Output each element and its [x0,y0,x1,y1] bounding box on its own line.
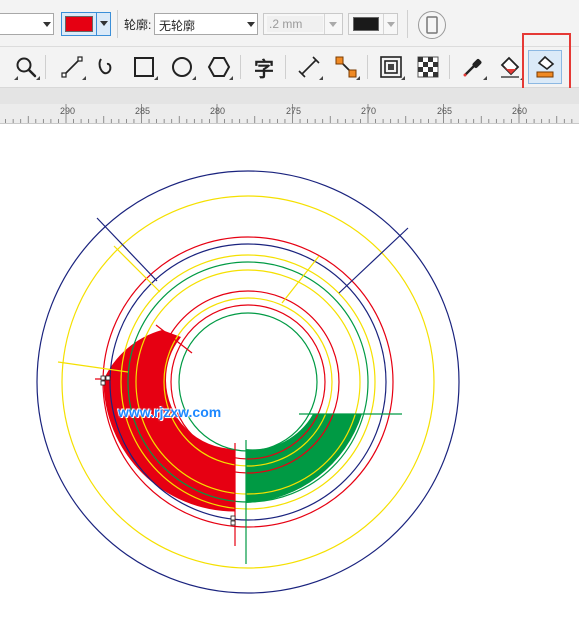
flyout-corner-icon [192,76,196,80]
outline-width-value: .2 mm [269,17,303,31]
chevron-down-icon [100,21,108,26]
outline-dropdown[interactable]: 无轮廓 [154,13,258,35]
chevron-down-icon [329,22,337,27]
flyout-corner-icon [319,76,323,80]
flyout-corner-icon [483,76,487,80]
ruler-label: 265 [437,106,453,116]
separator [367,55,368,79]
object-dropdown[interactable] [0,13,54,35]
separator [449,55,450,79]
outline-color-picker[interactable] [348,13,398,35]
chevron-down-icon [387,22,395,27]
width-divider [324,14,325,34]
contour-tool[interactable] [375,51,407,83]
chevron-down-icon [247,22,255,27]
ruler-label: 275 [286,106,302,116]
dimension-tool[interactable] [293,51,325,83]
eyedropper-tool[interactable] [457,51,489,83]
polygon-tool-icon [207,57,231,77]
outline-dropdown-value: 无轮廓 [159,19,196,33]
horizontal-ruler[interactable]: 290 285 280 275 270 265 260 [0,104,579,124]
chevron-down-icon [43,22,51,27]
bspline-tool-icon [98,58,112,75]
contour-tool-icon [380,56,402,78]
flyout-corner-icon [82,76,86,80]
freehand-tool[interactable] [56,51,88,83]
ruler-label: 290 [60,106,76,116]
outline-color-swatch [353,17,379,31]
green-circle[interactable] [178,312,318,452]
separator [407,10,408,38]
ellipse-tool[interactable] [166,51,198,83]
watermark-text: www.rjzxw.com [118,404,222,420]
separator [45,55,46,79]
picker-divider [96,13,97,35]
outline-width-inner: .2 mm [267,16,323,32]
freehand-tool-icon [61,56,83,78]
rectangle-tool-icon [134,57,154,77]
separator [240,55,241,79]
property-bar: 轮廓: 无轮廓 .2 mm [0,0,579,47]
rectangle-tool[interactable] [128,51,160,83]
navy-line[interactable] [96,217,158,282]
red-fill-shape[interactable] [103,380,236,512]
drawing-canvas[interactable]: www.rjzxw.com [0,124,579,635]
tool-highlight-box [522,33,571,95]
page-orientation-icon [426,16,438,34]
yellow-line[interactable] [281,255,320,304]
zoom-tool-icon [16,57,37,78]
ruler-label: 280 [210,106,226,116]
transparency-tool-icon [417,56,439,78]
orientation-button[interactable] [418,11,446,39]
fill-color-picker[interactable] [61,12,111,36]
text-tool-icon: 字 [254,56,274,81]
eyedropper-tool-icon [463,59,482,77]
ruler-label: 270 [361,106,377,116]
flyout-corner-icon [401,76,405,80]
flyout-corner-icon [36,76,40,80]
flyout-corner-icon [154,76,158,80]
outer-navy-circle[interactable] [36,170,460,594]
transparency-tool[interactable] [412,51,444,83]
connector-tool[interactable] [330,51,362,83]
outline-label: 轮廓: [124,18,152,32]
ruler-label: 285 [135,106,151,116]
bspline-tool[interactable] [90,51,122,83]
yellow-line[interactable] [113,245,161,293]
flyout-corner-icon [229,76,233,80]
separator [285,55,286,79]
outline-width-field[interactable]: .2 mm [263,13,343,35]
drawing [36,170,460,594]
toolbox: 字 [0,33,579,95]
red-fill-upper-shape[interactable] [103,330,182,380]
dimension-tool-icon [298,56,320,78]
connector-tool-icon [335,56,357,78]
polygon-tool[interactable] [203,51,235,83]
picker-divider [383,14,384,34]
navy-line[interactable] [338,227,409,294]
interactive-fill-tool-icon [500,56,520,78]
ruler-label: 260 [512,106,528,116]
fill-color-swatch [65,16,93,32]
zoom-tool[interactable] [10,51,42,83]
text-tool[interactable]: 字 [248,51,280,83]
flyout-corner-icon [356,76,360,80]
separator [117,10,118,38]
docker-strip [0,88,579,104]
ellipse-tool-icon [172,57,192,77]
